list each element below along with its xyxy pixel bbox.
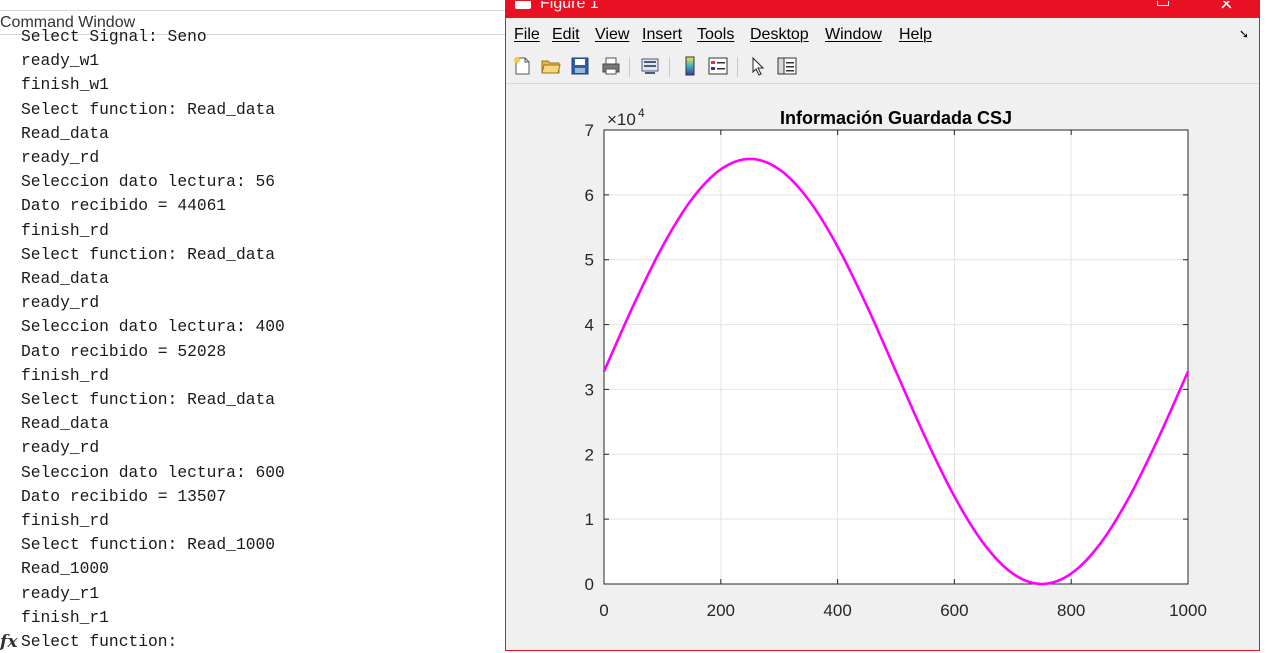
command-output-line: Select function: Read_data bbox=[21, 99, 276, 119]
command-output-line: finish_rd bbox=[21, 365, 109, 385]
command-output-line: finish_rd bbox=[21, 220, 109, 240]
command-output-line: Read_data bbox=[21, 414, 109, 434]
close-icon[interactable]: × bbox=[1220, 1, 1233, 17]
y-tick-label: 4 bbox=[585, 316, 594, 335]
y-tick-label: 7 bbox=[585, 121, 594, 140]
link-figure-icon[interactable] bbox=[639, 55, 661, 77]
command-output-line: Select function: Read_data bbox=[21, 390, 276, 409]
x-tick-label: 800 bbox=[1057, 601, 1085, 620]
figure-titlebar[interactable]: Figure 1 × bbox=[506, 1, 1259, 18]
maximize-icon[interactable] bbox=[1157, 1, 1169, 6]
y-tick-label: 6 bbox=[585, 186, 594, 205]
y-tick-label: 2 bbox=[585, 445, 594, 464]
y-exponent-power: 4 bbox=[638, 106, 645, 120]
command-output-line: Dato recibido = 44061 bbox=[21, 196, 227, 216]
command-output-line: ready_rd bbox=[21, 293, 100, 313]
command-output-line: Seleccion dato lectura: 56 bbox=[21, 172, 276, 192]
toolbar-separator bbox=[669, 57, 670, 77]
y-tick-label: 0 bbox=[585, 575, 594, 594]
command-output-line: ready_w1 bbox=[21, 51, 100, 71]
x-tick-label: 1000 bbox=[1169, 601, 1207, 620]
command-output-line: Select Signal: Seno bbox=[21, 27, 207, 46]
y-exponent-label: ×10 bbox=[607, 110, 636, 129]
property-inspector-icon[interactable] bbox=[776, 55, 798, 77]
legend-icon[interactable] bbox=[707, 55, 729, 77]
x-tick-label: 0 bbox=[599, 601, 608, 620]
select-arrow-icon[interactable] bbox=[747, 55, 769, 77]
command-output-line: ready_rd bbox=[21, 148, 100, 167]
menu-edit[interactable]: Edit bbox=[552, 23, 580, 47]
colorbar-icon[interactable] bbox=[679, 55, 701, 77]
figure-title: Figure 1 bbox=[540, 1, 599, 12]
command-output-line: ready_r1 bbox=[21, 583, 100, 603]
command-output-line: Select function: Read_1000 bbox=[21, 535, 276, 555]
new-figure-icon[interactable] bbox=[511, 55, 533, 77]
command-output-line: finish_w1 bbox=[21, 75, 109, 95]
print-icon[interactable] bbox=[600, 55, 622, 77]
x-tick-label: 600 bbox=[940, 601, 968, 620]
command-output-line: Select function: bbox=[21, 632, 178, 651]
menu-view[interactable]: View bbox=[595, 23, 629, 47]
figure-window: Figure 1 × File Edit View Insert Tools D… bbox=[505, 0, 1260, 651]
toolbar-separator bbox=[737, 57, 738, 77]
command-output-line: Seleccion dato lectura: 600 bbox=[21, 462, 285, 482]
menu-file[interactable]: File bbox=[514, 23, 540, 47]
matlab-logo-icon bbox=[515, 1, 531, 9]
command-output-line: finish_rd bbox=[21, 511, 109, 530]
y-tick-label: 1 bbox=[585, 510, 594, 529]
fx-icon[interactable]: fx bbox=[0, 632, 17, 652]
menu-window[interactable]: Window bbox=[825, 23, 882, 47]
command-output-line: Read_data bbox=[21, 123, 109, 143]
x-tick-label: 200 bbox=[707, 601, 735, 620]
y-tick-label: 5 bbox=[585, 251, 594, 270]
command-output-line: Dato recibido = 52028 bbox=[21, 341, 227, 361]
menu-desktop[interactable]: Desktop bbox=[750, 23, 809, 47]
menu-insert[interactable]: Insert bbox=[642, 23, 682, 47]
command-output-line: Select function: Read_data bbox=[21, 244, 276, 264]
save-icon[interactable] bbox=[569, 55, 591, 77]
editor-tab-strip bbox=[0, 0, 505, 11]
command-output-line: finish_r1 bbox=[21, 607, 109, 627]
command-output-line: Dato recibido = 13507 bbox=[21, 486, 227, 506]
toolbar-separator bbox=[629, 57, 630, 77]
command-output-line: Read_1000 bbox=[21, 559, 109, 579]
menu-tools[interactable]: Tools bbox=[697, 23, 734, 47]
command-output-line: Read_data bbox=[21, 269, 109, 288]
menu-dock-arrow-icon[interactable]: ➘ bbox=[1239, 27, 1249, 41]
x-tick-label: 400 bbox=[823, 601, 851, 620]
command-output-line: ready_rd bbox=[21, 438, 100, 458]
figure-menubar: File Edit View Insert Tools Desktop Wind… bbox=[506, 23, 1259, 47]
command-output-line: Seleccion dato lectura: 400 bbox=[21, 317, 285, 337]
y-tick-label: 3 bbox=[585, 380, 594, 399]
figure-canvas[interactable]: 0 200 400 600 800 100001234567×10 4 Información… bbox=[506, 84, 1259, 650]
figure-toolbar bbox=[506, 51, 1259, 84]
menu-help[interactable]: Help bbox=[899, 23, 932, 47]
open-file-icon[interactable] bbox=[540, 55, 562, 77]
chart-title: Información Guardada CSJ bbox=[780, 108, 1012, 128]
